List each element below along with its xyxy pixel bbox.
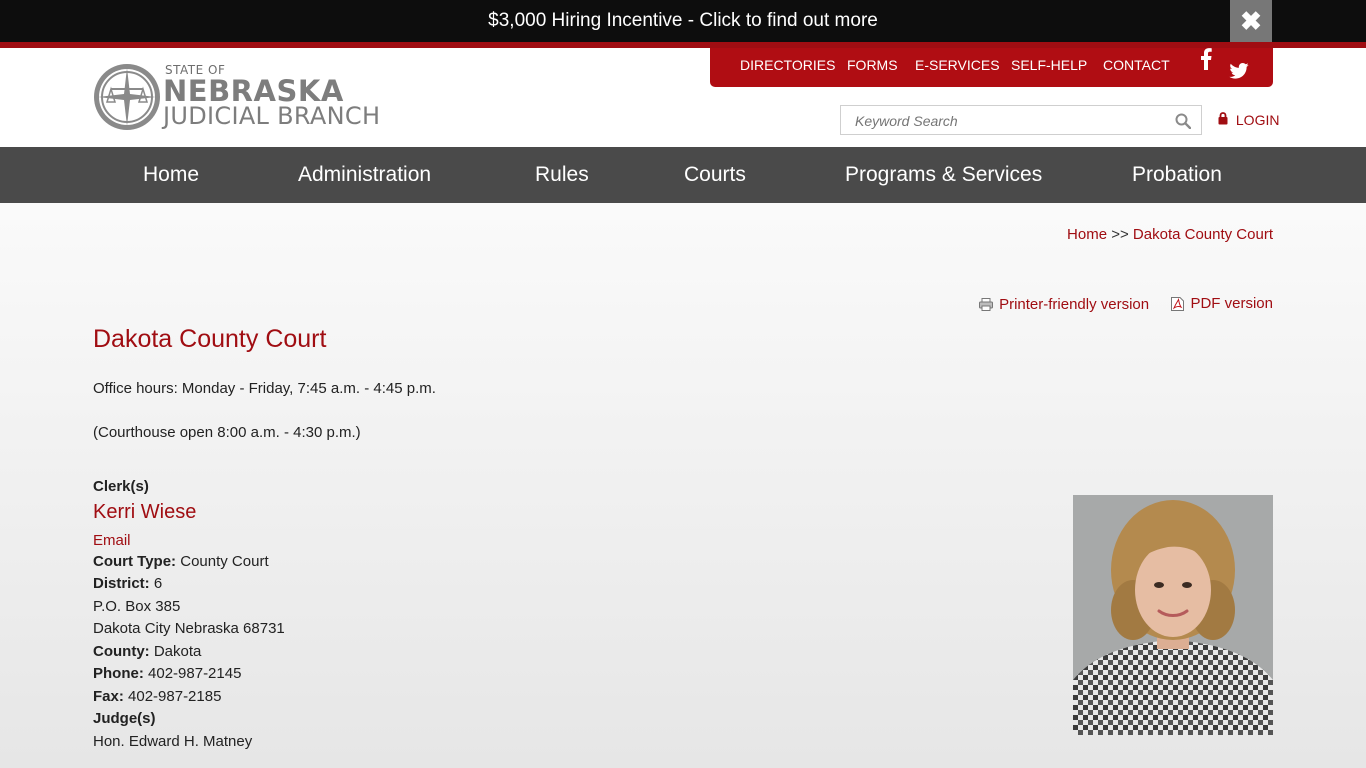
- county-value: Dakota: [153, 642, 202, 660]
- address-line-1: P.O. Box 385: [93, 597, 181, 615]
- courthouse-hours: (Courthouse open 8:00 a.m. - 4:30 p.m.): [93, 424, 361, 441]
- printer-icon: [979, 297, 994, 311]
- breadcrumb-current[interactable]: Dakota County Court: [1133, 226, 1273, 243]
- util-nav-e-services[interactable]: E-SERVICES: [915, 48, 1000, 82]
- logo-judicial-branch: JUDICIAL BRANCH: [163, 102, 381, 130]
- clerk-photo: [1073, 495, 1273, 735]
- court-details: Clerk(s) Kerri Wiese Email Court Type: C…: [93, 476, 285, 753]
- util-nav-forms[interactable]: FORMS: [847, 48, 898, 82]
- facebook-link[interactable]: [1200, 48, 1212, 82]
- district-label: District:: [93, 575, 150, 592]
- office-hours: Office hours: Monday - Friday, 7:45 a.m.…: [93, 380, 436, 397]
- breadcrumb: Home >> Dakota County Court: [1067, 226, 1273, 243]
- breadcrumb-separator: >>: [1111, 226, 1129, 243]
- site-header: STATE OF NEBRASKA JUDICIAL BRANCH DIRECT…: [0, 48, 1366, 147]
- fax-label: Fax:: [93, 687, 124, 705]
- judges-heading: Judge(s): [93, 710, 156, 727]
- fax-value: 402-987-2185: [128, 687, 222, 705]
- court-type-value: County Court: [180, 552, 269, 570]
- county-label: County:: [93, 642, 150, 660]
- phone-row: Phone: 402-987-2145: [93, 663, 285, 686]
- twitter-icon: [1229, 63, 1249, 79]
- court-type-label: Court Type:: [93, 552, 177, 570]
- login-label: LOGIN: [1235, 112, 1280, 128]
- search-button[interactable]: [1175, 113, 1192, 134]
- district-value: 6: [153, 575, 163, 592]
- util-nav-contact[interactable]: CONTACT: [1103, 48, 1170, 82]
- clerk-email-link[interactable]: Email: [93, 527, 285, 551]
- banner-close-button[interactable]: ✖: [1230, 0, 1272, 42]
- court-type-row: Court Type: County Court: [93, 551, 285, 574]
- phone-value: 402-987-2145: [148, 665, 242, 682]
- pdf-version-label: PDF version: [1190, 295, 1273, 312]
- main-nav-rules[interactable]: Rules: [535, 147, 589, 203]
- search-input[interactable]: [853, 106, 1167, 136]
- county-row: County: Dakota: [93, 641, 285, 664]
- main-nav-home[interactable]: Home: [143, 147, 199, 203]
- keyword-search: [840, 105, 1202, 136]
- main-nav-programs-services[interactable]: Programs & Services: [845, 147, 1042, 203]
- search-icon: [1175, 113, 1192, 130]
- facebook-icon: [1201, 48, 1212, 70]
- district-row: District: 6: [93, 573, 285, 596]
- print-links: Printer-friendly version PDF version: [979, 295, 1273, 315]
- main-nav-probation[interactable]: Probation: [1132, 147, 1222, 203]
- pdf-version-link[interactable]: PDF version: [1171, 295, 1273, 312]
- hiring-banner: $3,000 Hiring Incentive - Click to find …: [0, 0, 1366, 42]
- util-nav-directories[interactable]: DIRECTORIES: [740, 48, 835, 82]
- main-nav-administration[interactable]: Administration: [298, 147, 431, 203]
- phone-label: Phone:: [93, 665, 144, 682]
- close-icon: ✖: [1240, 6, 1262, 36]
- pdf-icon: [1171, 296, 1185, 311]
- breadcrumb-home[interactable]: Home: [1067, 226, 1107, 243]
- page-title: Dakota County Court: [93, 325, 327, 353]
- utility-nav: DIRECTORIES FORMS E-SERVICES SELF-HELP C…: [710, 48, 1273, 87]
- login-link[interactable]: LOGIN: [1218, 112, 1279, 128]
- site-logo[interactable]: STATE OF NEBRASKA JUDICIAL BRANCH: [93, 62, 393, 134]
- fax-row: Fax: 402-987-2185: [93, 686, 285, 709]
- judicial-seal-icon: [94, 64, 160, 130]
- main-nav: Home Administration Rules Courts Program…: [0, 147, 1366, 203]
- clerk-heading: Clerk(s): [93, 478, 149, 495]
- main-nav-courts[interactable]: Courts: [684, 147, 746, 203]
- twitter-link[interactable]: [1229, 57, 1249, 91]
- judge-name: Hon. Edward H. Matney: [93, 732, 253, 750]
- hiring-banner-link[interactable]: $3,000 Hiring Incentive - Click to find …: [488, 10, 878, 31]
- lock-icon: [1218, 112, 1228, 125]
- clerk-portrait-image: [1073, 495, 1273, 735]
- clerk-name-link[interactable]: Kerri Wiese: [93, 499, 285, 527]
- util-nav-self-help[interactable]: SELF-HELP: [1011, 48, 1087, 82]
- printer-friendly-label: Printer-friendly version: [999, 295, 1150, 313]
- address-line-2: Dakota City Nebraska 68731: [93, 620, 285, 637]
- printer-friendly-link[interactable]: Printer-friendly version: [979, 296, 1149, 313]
